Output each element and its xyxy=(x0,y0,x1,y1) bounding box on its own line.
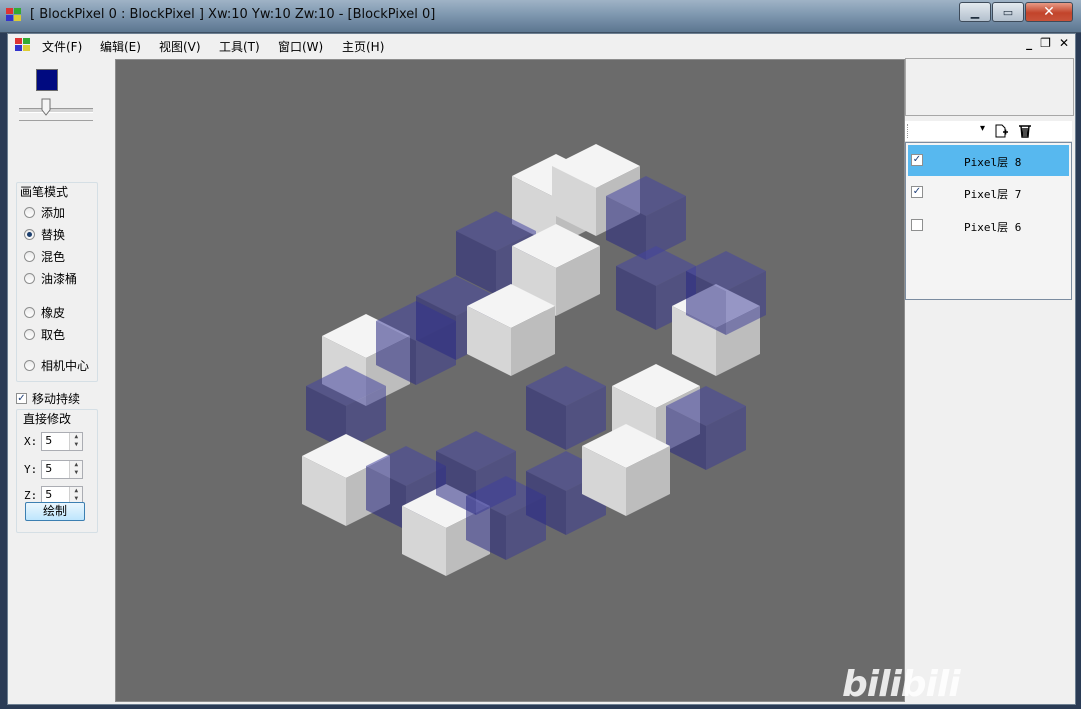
menu-home[interactable]: 主页(H) xyxy=(342,38,384,55)
layer-item[interactable]: ✓ Pixel层 8 xyxy=(908,145,1069,176)
menu-file[interactable]: 文件(F) xyxy=(42,38,82,55)
radio-indicator xyxy=(24,328,35,340)
spin-down-icon[interactable]: ▼ xyxy=(70,469,83,478)
radio-eraser[interactable]: 橡皮 xyxy=(24,304,65,320)
radio-paint-bucket[interactable]: 油漆桶 xyxy=(24,270,77,286)
mdi-minimize-button[interactable]: _ xyxy=(1026,36,1032,50)
spin-up-icon[interactable]: ▲ xyxy=(70,432,83,441)
mdi-restore-button[interactable]: ❐ xyxy=(1040,36,1051,50)
layers-panel: ▾ ✓ Pixel层 8 ✓ Pixel层 7 Pixel层 6 xyxy=(905,56,1075,704)
layer-label: Pixel层 6 xyxy=(964,221,1022,234)
menu-edit[interactable]: 编辑(E) xyxy=(100,38,141,55)
voxel-structure xyxy=(302,144,766,576)
radio-label: 替换 xyxy=(41,227,66,242)
client-area: 文件(F) 编辑(E) 视图(V) 工具(T) 窗口(W) 主页(H) _ ❐ … xyxy=(7,33,1076,705)
x-spinner[interactable]: 5 ▲ ▼ xyxy=(41,431,84,451)
layer-label: Pixel层 8 xyxy=(964,156,1022,169)
radio-indicator xyxy=(24,272,35,284)
spin-up-icon[interactable]: ▲ xyxy=(70,486,83,495)
move-continue-checkbox[interactable]: ✓ 移动持续 xyxy=(16,390,80,407)
menu-window[interactable]: 窗口(W) xyxy=(278,38,323,55)
radio-label: 相机中心 xyxy=(41,358,90,373)
spin-up-icon[interactable]: ▲ xyxy=(70,460,83,469)
spin-down-icon[interactable]: ▼ xyxy=(70,441,83,450)
radio-mix[interactable]: 混色 xyxy=(24,248,65,264)
voxel-viewport[interactable] xyxy=(115,59,905,702)
radio-indicator xyxy=(24,250,35,262)
layer-visible-checkbox[interactable]: ✓ xyxy=(911,154,923,166)
toolbar-grip[interactable] xyxy=(907,124,910,138)
z-label: Z: xyxy=(24,488,38,502)
x-value[interactable]: 5 xyxy=(42,433,69,450)
size-slider-thumb[interactable] xyxy=(41,98,51,116)
layer-visible-checkbox[interactable]: ✓ xyxy=(911,186,923,198)
radio-label: 混色 xyxy=(41,249,66,264)
y-row: Y: 5 ▲ ▼ xyxy=(24,459,84,479)
color-swatch[interactable] xyxy=(36,69,58,91)
radio-label: 取色 xyxy=(41,327,66,342)
layer-visible-checkbox[interactable] xyxy=(911,219,923,231)
direct-edit-label: 直接修改 xyxy=(23,410,72,427)
menu-tools[interactable]: 工具(T) xyxy=(219,38,260,55)
new-layer-icon[interactable] xyxy=(994,124,1008,138)
close-button[interactable]: ✕ xyxy=(1025,2,1073,22)
draw-button[interactable]: 绘制 xyxy=(25,502,85,521)
menu-view[interactable]: 视图(V) xyxy=(159,38,201,55)
x-row: X: 5 ▲ ▼ xyxy=(24,431,84,451)
menu-bar: 文件(F) 编辑(E) 视图(V) 工具(T) 窗口(W) 主页(H) _ ❐ … xyxy=(8,34,1075,56)
y-label: Y: xyxy=(24,462,38,476)
z-value[interactable]: 5 xyxy=(42,487,69,504)
radio-indicator xyxy=(24,228,35,240)
y-spinner[interactable]: 5 ▲ ▼ xyxy=(41,459,84,479)
preview-box xyxy=(905,58,1074,116)
radio-indicator xyxy=(24,206,35,218)
radio-pick-color[interactable]: 取色 xyxy=(24,326,65,342)
chevron-down-icon[interactable]: ▾ xyxy=(980,123,985,134)
minimize-button[interactable]: ▁ xyxy=(959,2,991,22)
tool-panel: 画笔模式 添加 替换 混色 油漆桶 橡皮 取色 相机中心 ✓ 移动持续 直接修改… xyxy=(8,56,113,704)
layer-list: ✓ Pixel层 8 ✓ Pixel层 7 Pixel层 6 xyxy=(905,142,1072,300)
layer-item[interactable]: Pixel层 6 xyxy=(908,210,1069,241)
voxel-model xyxy=(302,144,766,576)
x-label: X: xyxy=(24,434,38,448)
mdi-close-button[interactable]: ✕ xyxy=(1059,36,1069,50)
maximize-button[interactable]: ▭ xyxy=(992,2,1024,22)
size-slider-track[interactable] xyxy=(19,108,93,113)
radio-label: 橡皮 xyxy=(41,305,66,320)
title-bar: [ BlockPixel 0 : BlockPixel ] Xw:10 Yw:1… xyxy=(0,0,1081,33)
slider-ticks xyxy=(19,120,93,123)
app-icon xyxy=(6,8,21,21)
layer-label: Pixel层 7 xyxy=(964,188,1022,201)
layer-toolbar: ▾ xyxy=(905,121,1072,142)
window-title: [ BlockPixel 0 : BlockPixel ] Xw:10 Yw:1… xyxy=(30,7,436,22)
brush-mode-label: 画笔模式 xyxy=(20,183,69,200)
y-value[interactable]: 5 xyxy=(42,461,69,478)
watermark: bilibili xyxy=(842,664,961,705)
radio-replace[interactable]: 替换 xyxy=(24,226,65,242)
delete-layer-icon[interactable] xyxy=(1018,124,1032,138)
radio-camera-center[interactable]: 相机中心 xyxy=(24,357,89,373)
check-icon: ✓ xyxy=(16,393,27,404)
radio-indicator xyxy=(24,306,35,318)
document-icon[interactable] xyxy=(15,38,31,52)
radio-label: 添加 xyxy=(41,205,66,220)
move-continue-label: 移动持续 xyxy=(32,392,81,406)
radio-indicator xyxy=(24,359,35,371)
layer-item[interactable]: ✓ Pixel层 7 xyxy=(908,177,1069,208)
radio-label: 油漆桶 xyxy=(41,271,78,286)
radio-add[interactable]: 添加 xyxy=(24,204,65,220)
